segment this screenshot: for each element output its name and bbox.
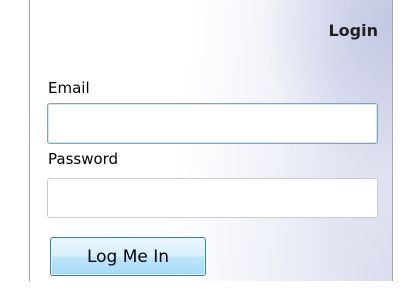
login-panel: Login Email Password Log Me In bbox=[29, 0, 393, 281]
email-field[interactable] bbox=[47, 103, 378, 144]
password-label: Password bbox=[48, 150, 119, 168]
login-page: Login Email Password Log Me In bbox=[0, 0, 415, 292]
email-label: Email bbox=[48, 79, 90, 97]
login-title: Login bbox=[328, 21, 378, 40]
password-field[interactable] bbox=[47, 178, 378, 218]
log-me-in-button[interactable]: Log Me In bbox=[50, 237, 206, 276]
